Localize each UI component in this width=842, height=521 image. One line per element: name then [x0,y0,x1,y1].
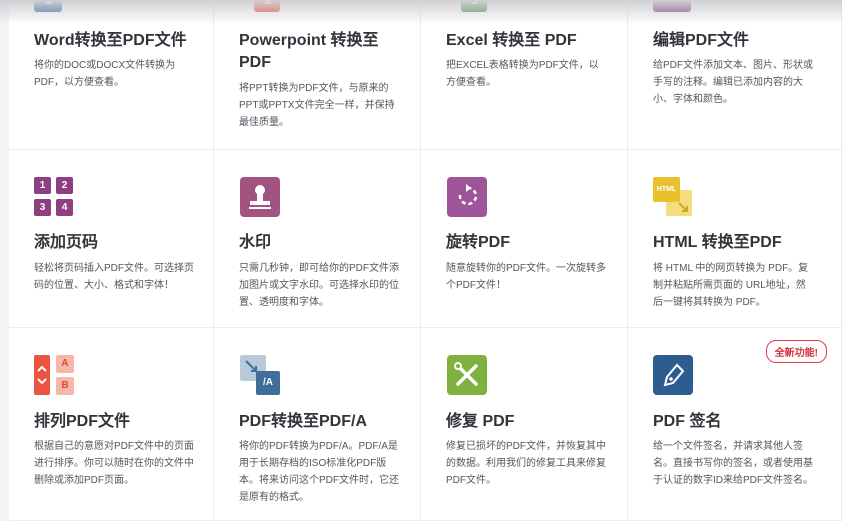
tool-card-repair-pdf[interactable]: 修复 PDF 修复已损坏的PDF文件，并恢复其中的数据。利用我们的修复工具来修复… [421,328,628,521]
tool-title: HTML 转换至PDF [653,234,782,251]
tool-title: 旋转PDF [446,234,511,251]
tool-card-arrange-pdf[interactable]: A B 排列PDF文件 根据自己的意愿对PDF文件中的页面进行排序。你可以随时在… [9,328,214,521]
html-to-pdf-icon: HTML [653,177,695,219]
tool-description: 将你的DOC或DOCX文件转换为PDF，以方便查看。 [34,60,176,88]
tool-title: Excel 转换至 PDF [446,32,577,49]
tool-description: 根据自己的意愿对PDF文件中的页面进行排序。你可以随时在你的文件中删除或添加PD… [34,441,194,486]
tool-description: 给一个文件签名，并请求其他人签名。直接书写你的签名，或者使用基于认证的数字ID来… [653,441,813,486]
arrange-pages-icon: A B [34,355,76,397]
tool-title: 水印 [239,234,272,251]
tool-card-edit-pdf[interactable]: 编辑PDF文件 给PDF文件添加文本、图片、形状或手写的注释。编辑已添加内容的大… [628,0,842,150]
tool-description: 随意旋转你的PDF文件。一次旋转多个PDF文件！ [446,263,606,291]
tool-description: 给PDF文件添加文本、图片、形状或手写的注释。编辑已添加内容的大小、字体和颜色。 [653,60,813,105]
tool-title: 添加页码 [34,234,99,251]
tool-description: 修复已损坏的PDF文件，并恢复其中的数据。利用我们的修复工具来修复PDF文件。 [446,441,606,486]
tool-title: Powerpoint 转换至 PDF [239,32,379,71]
tool-card-html-to-pdf[interactable]: HTML HTML 转换至PDF 将 HTML 中的网页转换为 PDF。复制并粘… [628,150,842,328]
tool-description: 把EXCEL表格转换为PDF文件，以方便查看。 [446,60,599,88]
tool-description: 轻松将页码插入PDF文件。可选择页码的位置、大小、格式和字体！ [34,263,194,291]
tool-description: 将PPT转换为PDF文件，与原来的PPT或PPTX文件完全一样，并保持最佳质量。 [239,83,395,128]
tool-card-word-to-pdf[interactable]: Word转换至PDF文件 将你的DOC或DOCX文件转换为PDF，以方便查看。 [9,0,214,150]
edit-pdf-icon [653,0,691,12]
repair-tools-icon [447,355,487,395]
excel-to-pdf-icon [461,0,487,12]
powerpoint-to-pdf-icon [254,0,280,12]
tool-title: 编辑PDF文件 [653,32,750,49]
tool-card-watermark[interactable]: 水印 只需几秒钟，即可给你的PDF文件添加图片或文字水印。可选择水印的位置、透明… [214,150,421,328]
tool-title: 排列PDF文件 [34,413,131,430]
tool-card-rotate-pdf[interactable]: 旋转PDF 随意旋转你的PDF文件。一次旋转多个PDF文件！ [421,150,628,328]
tool-card-add-page-numbers[interactable]: 1 2 3 4 添加页码 轻松将页码插入PDF文件。可选择页码的位置、大小、格式… [9,150,214,328]
tool-title: 修复 PDF [446,413,515,430]
word-to-pdf-icon [34,0,62,12]
new-feature-badge: 全新功能! [765,340,827,363]
stamp-icon [240,177,280,217]
tool-card-pdf-to-pdfa[interactable]: /A PDF转换至PDF/A 将你的PDF转换为PDF/A。PDF/A是用于长期… [214,328,421,521]
tool-card-excel-to-pdf[interactable]: Excel 转换至 PDF 把EXCEL表格转换为PDF文件，以方便查看。 [421,0,628,150]
tool-description: 将 HTML 中的网页转换为 PDF。复制并粘贴所需页面的 URL地址，然后一键… [653,263,809,308]
rotate-icon [447,177,487,217]
tool-description: 只需几秒钟，即可给你的PDF文件添加图片或文字水印。可选择水印的位置、透明度和字… [239,263,399,308]
page-numbers-icon: 1 2 3 4 [34,177,74,217]
tool-description: 将你的PDF转换为PDF/A。PDF/A是用于长期存档的ISO标准化PDF版本。… [239,441,399,503]
tool-title: PDF 签名 [653,413,722,430]
tool-card-powerpoint-to-pdf[interactable]: Powerpoint 转换至 PDF 将PPT转换为PDF文件，与原来的PPT或… [214,0,421,150]
pdf-to-pdfa-icon: /A [240,355,282,397]
tool-title: PDF转换至PDF/A [239,413,368,430]
tool-title: Word转换至PDF文件 [34,32,187,49]
tool-card-sign-pdf[interactable]: 全新功能! PDF 签名 给一个文件签名，并请求其他人签名。直接书写你的签名，或… [628,328,842,521]
signature-pen-icon [653,355,693,395]
